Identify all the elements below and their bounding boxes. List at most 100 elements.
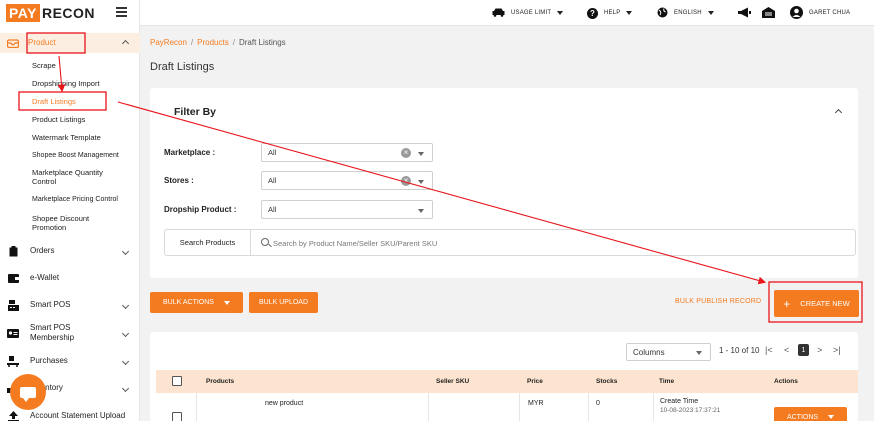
stores-label: Stores :	[164, 176, 194, 185]
create-new-label: CREATE NEW	[800, 299, 850, 308]
chevron-down-icon[interactable]	[121, 357, 130, 365]
sidebar-subitem-scrape[interactable]: Scrape	[32, 61, 137, 70]
search-products-box: Search Products	[164, 229, 856, 256]
clear-icon[interactable]: ×	[401, 148, 411, 158]
sidebar-item-account-statement[interactable]: Account Statement Upload	[0, 408, 140, 421]
language-label: ENGLISH	[674, 10, 702, 16]
create-new-button[interactable]: + CREATE NEW	[774, 290, 859, 317]
create-time-label: Create Time	[660, 398, 699, 405]
listings-card: Columns 1 - 10 of 10 |< < 1 > >| Product…	[150, 332, 858, 421]
header-products: Products	[206, 378, 235, 385]
header-stocks: Stocks	[596, 378, 618, 385]
search-input[interactable]	[259, 235, 839, 251]
payrecon-logo[interactable]: PAY RECON	[0, 0, 139, 26]
chat-support-button[interactable]	[10, 374, 46, 410]
first-page-icon[interactable]: |<	[765, 345, 773, 355]
marketplace-select[interactable]: All ×	[261, 143, 433, 162]
row-actions-button[interactable]: ACTIONS	[774, 407, 847, 421]
product-tray-icon	[6, 36, 20, 50]
announcement-button[interactable]	[738, 0, 751, 26]
clear-icon[interactable]: ×	[401, 176, 411, 186]
sidebar-item-label: Smart POS Membership	[30, 323, 75, 342]
sidebar-item-label: Smart POS	[30, 300, 71, 310]
marketplace-value: All	[268, 148, 277, 157]
breadcrumb-home[interactable]: PayRecon	[150, 38, 187, 47]
breadcrumb: PayRecon / Products / Draft Listings	[150, 38, 286, 47]
globe-icon	[657, 7, 668, 20]
bulk-publish-record-link[interactable]: BULK PUBLISH RECORD	[675, 298, 761, 305]
header-time: Time	[659, 378, 675, 385]
stores-select[interactable]: All ×	[261, 171, 433, 190]
price: MYR	[528, 400, 544, 407]
sidebar-item-smart-pos-membership[interactable]: Smart POS Membership	[0, 322, 140, 344]
sidebar-subitem-draft-listings[interactable]: Draft Listings	[32, 97, 137, 106]
car-icon	[492, 8, 505, 19]
sidebar-subitem-dropshipping-import[interactable]: Dropshipping Import	[32, 79, 137, 88]
pagination-range: 1 - 10 of 10	[719, 346, 760, 355]
breadcrumb-products[interactable]: Products	[197, 38, 229, 47]
sidebar-item-smart-pos[interactable]: Smart POS	[0, 297, 140, 313]
columns-label: Columns	[633, 348, 665, 357]
chevron-down-icon[interactable]	[121, 247, 130, 255]
sidebar-item-orders[interactable]: Orders	[0, 243, 140, 259]
prev-page-icon[interactable]: <	[784, 345, 789, 355]
chevron-down-icon[interactable]	[121, 301, 130, 309]
sidebar-item-label: e-Wallet	[30, 273, 60, 283]
product-name[interactable]: new product	[265, 399, 303, 408]
sidebar-item-label: Account Statement Upload	[30, 411, 126, 421]
help-icon: ?	[587, 7, 598, 19]
sidebar-subitem-marketplace-quantity[interactable]: Marketplace Quantity Control	[32, 168, 122, 187]
page-title: Draft Listings	[150, 61, 215, 73]
select-all-checkbox[interactable]	[172, 376, 182, 386]
chevron-down-icon[interactable]	[121, 384, 130, 392]
logo-box: PAY	[6, 4, 40, 22]
sidebar-subitem-shopee-boost[interactable]: Shopee Boost Management	[32, 152, 137, 161]
row-checkbox[interactable]	[172, 412, 182, 421]
dropship-label: Dropship Product :	[164, 205, 237, 214]
collapse-chevron-icon[interactable]	[834, 108, 843, 117]
dropship-select[interactable]: All	[261, 200, 433, 219]
current-page[interactable]: 1	[798, 344, 809, 356]
last-page-icon[interactable]: >|	[833, 345, 841, 355]
sidebar-item-purchases[interactable]: Purchases	[0, 353, 140, 369]
sidebar-subitem-product-listings[interactable]: Product Listings	[32, 115, 137, 124]
breadcrumb-current: Draft Listings	[238, 38, 286, 47]
chat-icon	[20, 386, 36, 402]
dolly-icon	[6, 354, 20, 368]
bulk-actions-label: BULK ACTIONS	[163, 299, 214, 306]
sidebar: PAY RECON Product Scrape Dropshipping Im…	[0, 0, 140, 421]
bulk-actions-button[interactable]: BULK ACTIONS	[150, 292, 243, 313]
hamburger-menu-icon[interactable]	[116, 7, 127, 19]
header-seller-sku: Seller SKU	[436, 378, 470, 385]
stores-value: All	[268, 176, 277, 185]
user-menu[interactable]: GARET CHUA	[790, 0, 850, 26]
usage-limit-menu[interactable]: USAGE LIMIT	[492, 0, 564, 26]
sidebar-subitem-marketplace-pricing[interactable]: Marketplace Pricing Control	[32, 196, 137, 205]
sidebar-item-ewallet[interactable]: e-Wallet	[0, 270, 140, 286]
search-label: Search Products	[165, 230, 251, 255]
sidebar-subitem-shopee-discount[interactable]: Shopee Discount Promotion	[32, 214, 112, 233]
warehouse-button[interactable]	[762, 0, 775, 26]
sidebar-item-label: Product	[28, 38, 56, 48]
stocks: 0	[596, 400, 600, 407]
dropdown-caret-icon	[418, 152, 424, 156]
dropdown-caret-icon	[696, 351, 702, 355]
usage-limit-label: USAGE LIMIT	[511, 10, 552, 16]
caret-down-icon	[626, 11, 633, 15]
language-menu[interactable]: ENGLISH	[657, 0, 714, 26]
sidebar-subitem-watermark-template[interactable]: Watermark Template	[32, 133, 137, 142]
sidebar-item-product[interactable]: Product	[0, 33, 140, 53]
marketplace-label: Marketplace :	[164, 148, 216, 157]
chevron-up-icon[interactable]	[121, 39, 130, 47]
bulk-upload-button[interactable]: BULK UPLOAD	[249, 292, 318, 313]
filter-card: Filter By Marketplace : All × Stores : A…	[150, 88, 858, 278]
wallet-icon	[6, 271, 20, 285]
columns-select[interactable]: Columns	[626, 343, 711, 361]
user-name: GARET CHUA	[809, 10, 851, 16]
table-header: Products Seller SKU Price Stocks Time Ac…	[156, 370, 858, 393]
clipboard-icon	[6, 244, 20, 258]
help-menu[interactable]: ? HELP	[587, 0, 633, 26]
caret-down-icon	[828, 415, 835, 419]
next-page-icon[interactable]: >	[817, 345, 822, 355]
chevron-down-icon[interactable]	[121, 329, 130, 337]
